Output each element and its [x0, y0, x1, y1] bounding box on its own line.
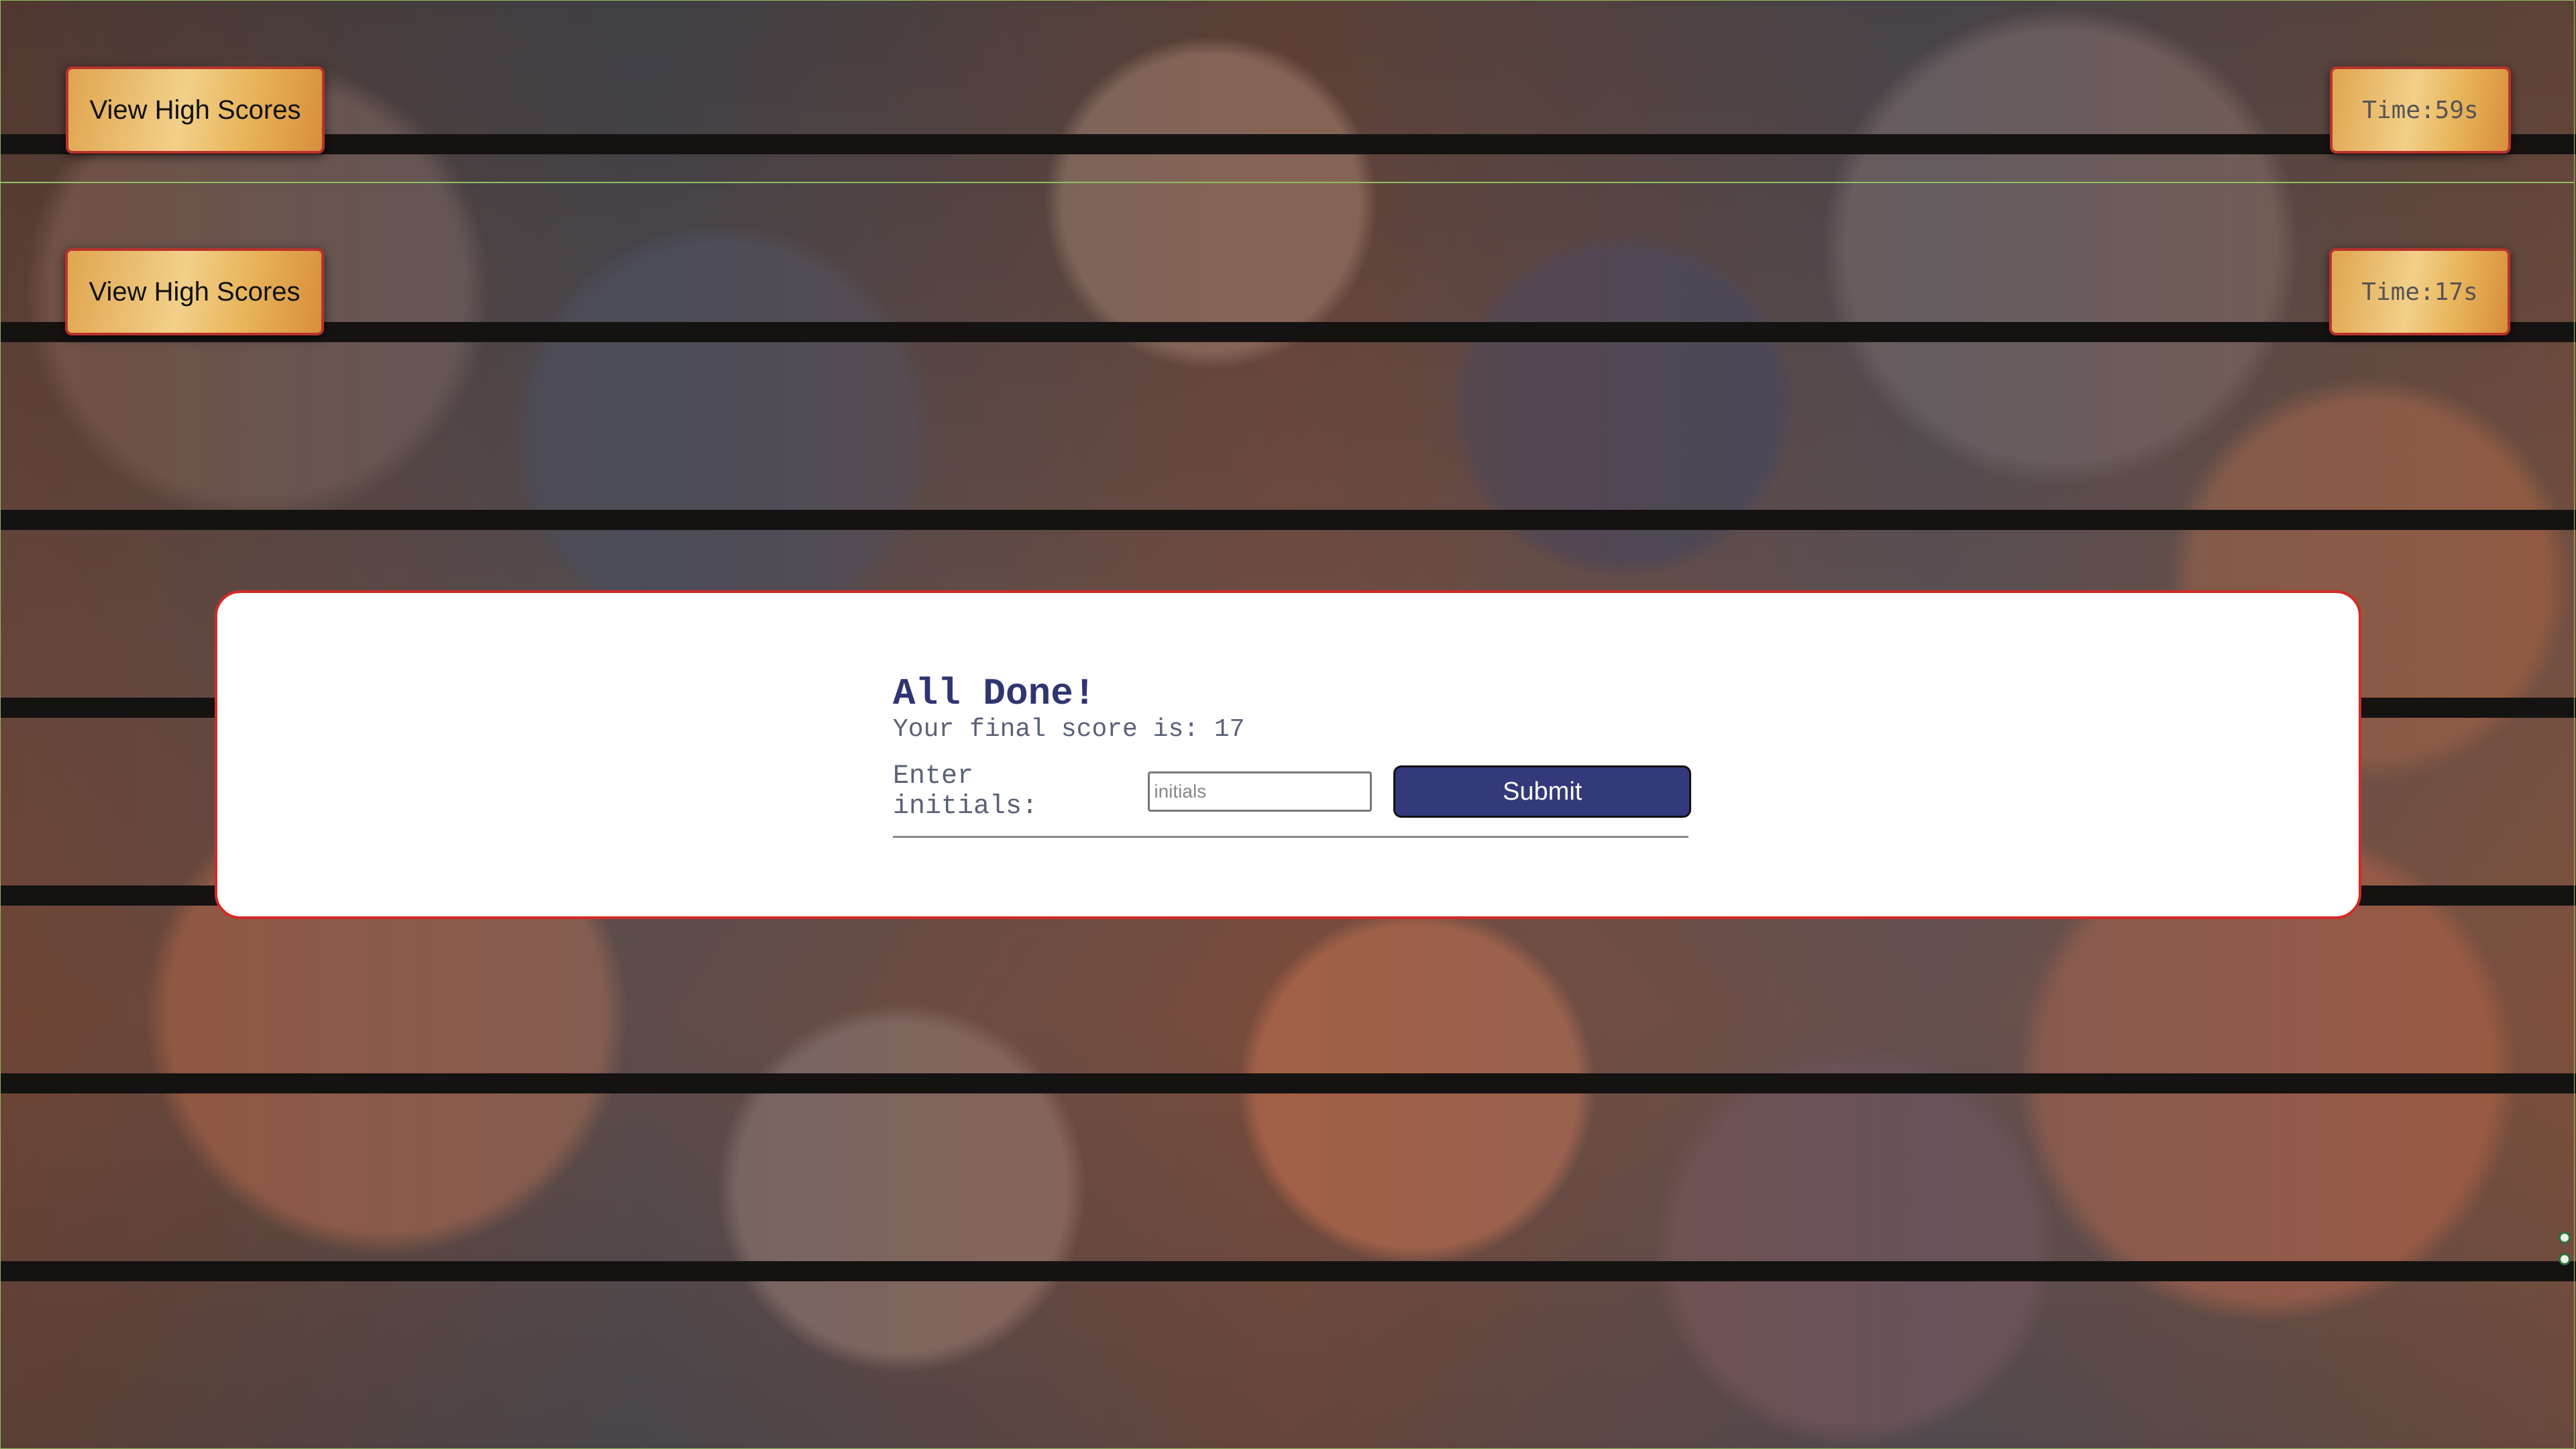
result-content: All Done! Your final score is: 17 Enter … — [893, 674, 1691, 838]
initials-form: Enter initials: Submit — [893, 761, 1691, 822]
scroll-up-icon[interactable] — [2559, 1232, 2571, 1244]
view-high-scores-button-2[interactable]: View High Scores — [65, 248, 324, 335]
final-score-text: Your final score is: 17 — [893, 715, 1245, 744]
initials-label: Enter initials: — [893, 761, 1038, 822]
form-divider — [893, 836, 1688, 838]
timer-display: Time:59s — [2330, 66, 2511, 154]
initials-input[interactable] — [1148, 771, 1373, 812]
scroll-down-icon[interactable] — [2559, 1253, 2571, 1265]
result-title: All Done! — [893, 672, 1096, 715]
submit-button[interactable]: Submit — [1393, 765, 1691, 818]
result-card: All Done! Your final score is: 17 Enter … — [215, 590, 2361, 919]
scroll-control[interactable] — [2557, 1232, 2572, 1265]
quiz-frame-top: View High Scores Time:59s — [0, 0, 2575, 182]
timer-display-2: Time:17s — [2329, 248, 2510, 335]
view-high-scores-button[interactable]: View High Scores — [66, 66, 325, 154]
